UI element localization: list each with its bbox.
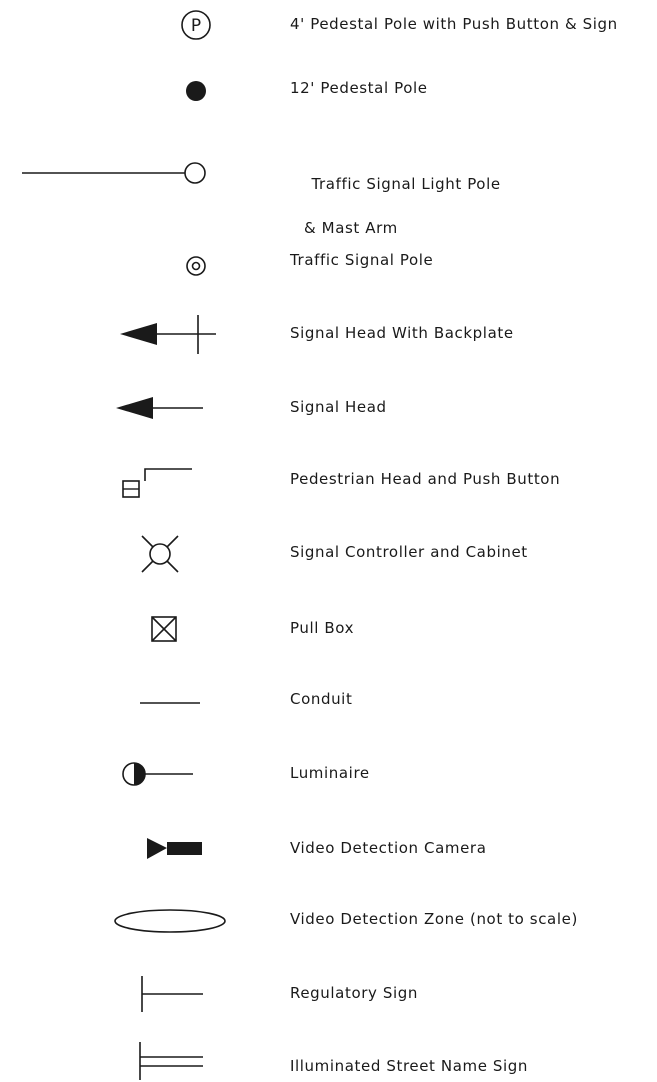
legend-row-pedestrian-head: Pedestrian Head and Push Button — [0, 456, 657, 516]
legend-label: Conduit — [290, 690, 353, 708]
legend-label: Video Detection Zone (not to scale) — [290, 910, 578, 928]
legend-label: Pull Box — [290, 619, 355, 637]
legend-row-signal-head-backplate: Signal Head With Backplate — [0, 310, 657, 370]
legend-row-light-pole-mast-arm: Traffic Signal Light Pole & Mast Arm — [0, 140, 657, 237]
legend-label: Traffic Signal Pole — [290, 251, 434, 269]
legend-label: Signal Controller and Cabinet — [290, 543, 528, 561]
legend-row-conduit: Conduit — [0, 678, 657, 738]
legend-row-detection-zone: Video Detection Zone (not to scale) — [0, 898, 657, 958]
legend-label: 12' Pedestal Pole — [290, 79, 428, 97]
legend-label: Pedestrian Head and Push Button — [290, 470, 561, 488]
legend-row-video-camera: Video Detection Camera — [0, 824, 657, 884]
svg-text:P: P — [191, 16, 201, 36]
legend-row-pedestal-pole: 12' Pedestal Pole — [0, 60, 657, 120]
legend-label-line1: Traffic Signal Light Pole — [311, 175, 501, 193]
legend-label: Luminaire — [290, 764, 370, 782]
legend-row-signal-head: Signal Head — [0, 384, 657, 444]
legend-label: Video Detection Camera — [290, 839, 487, 857]
legend-row-traffic-signal-pole: Traffic Signal Pole — [0, 236, 657, 296]
legend-label: Signal Head With Backplate — [290, 324, 514, 342]
legend-row-pull-box: Pull Box — [0, 604, 657, 664]
legend-row-pedestal-pole-push-button: P 4' Pedestal Pole with Push Button & Si… — [0, 0, 657, 60]
legend-row-street-name-sign: Illuminated Street Name Sign — [0, 1036, 657, 1082]
legend-row-luminaire: Luminaire — [0, 750, 657, 810]
legend-label: Illuminated Street Name Sign — [290, 1057, 529, 1075]
legend-label: 4' Pedestal Pole with Push Button & Sign — [290, 15, 618, 33]
legend-row-signal-controller: Signal Controller and Cabinet — [0, 526, 657, 586]
legend-row-regulatory-sign: Regulatory Sign — [0, 970, 657, 1030]
legend-label: Regulatory Sign — [290, 984, 418, 1002]
legend-label: Signal Head — [290, 398, 387, 416]
